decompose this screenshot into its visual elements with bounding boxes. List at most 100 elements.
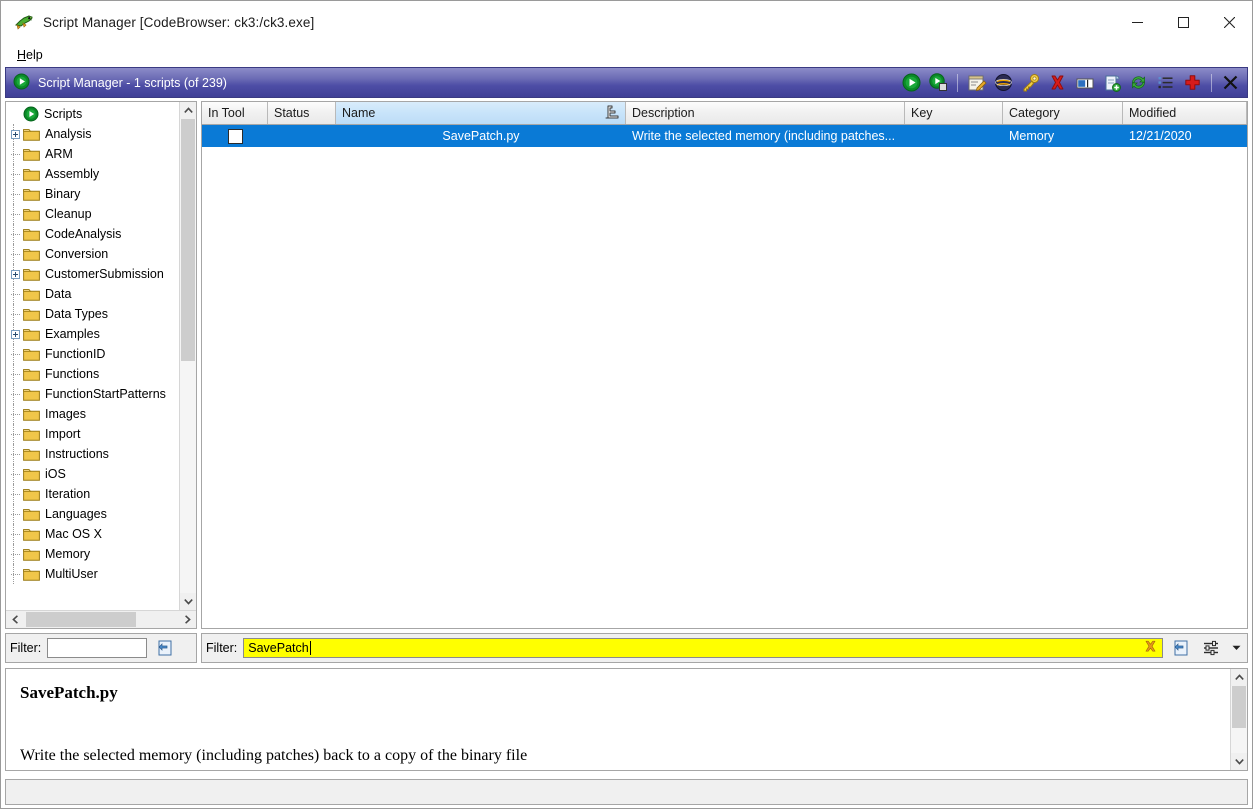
tree-item-codeanalysis[interactable]: CodeAnalysis [6, 224, 179, 244]
script-description-title: SavePatch.py [20, 683, 118, 702]
script-description-text: Write the selected memory (including pat… [20, 747, 528, 764]
description-scroll-thumb[interactable] [1232, 686, 1246, 728]
cell-in-tool[interactable] [202, 125, 268, 147]
script-directories-button[interactable] [1153, 70, 1178, 95]
description-scroll-track[interactable] [1231, 686, 1247, 753]
expand-plus-icon[interactable] [11, 269, 20, 279]
tree-item-binary[interactable]: Binary [6, 184, 179, 204]
script-table-body[interactable]: SavePatch.py Write the selected memory (i… [202, 125, 1247, 628]
tree-item-functionid[interactable]: FunctionID [6, 344, 179, 364]
menu-item-help[interactable]: Help [12, 46, 48, 64]
tree-scroll-track[interactable] [180, 119, 196, 593]
tree-item-data-types[interactable]: Data Types [6, 304, 179, 324]
chevron-down-icon[interactable] [1229, 645, 1243, 651]
menu-bar: Help [1, 43, 1252, 67]
column-header-name[interactable]: Name [336, 102, 626, 124]
tree-item-data[interactable]: Data [6, 284, 179, 304]
scroll-up-icon[interactable] [180, 102, 196, 119]
tree-item-ios[interactable]: iOS [6, 464, 179, 484]
close-button[interactable] [1206, 1, 1252, 43]
script-table-header[interactable]: In Tool Status Name Description Key Category M… [202, 102, 1247, 125]
filter-options-icon[interactable] [1199, 636, 1223, 660]
tree-item-examples[interactable]: Examples [6, 324, 179, 344]
tree-item-customersubmission[interactable]: CustomerSubmission [6, 264, 179, 284]
expand-plus-icon[interactable] [11, 129, 20, 139]
assign-key-binding-button[interactable] [1018, 70, 1043, 95]
tree-hscroll-track[interactable] [24, 611, 178, 628]
tree-guide-line [13, 284, 14, 304]
tree-expand-toggle[interactable] [8, 264, 23, 284]
scroll-down-icon[interactable] [1231, 753, 1247, 770]
clear-filter-x-icon[interactable] [1143, 639, 1158, 657]
tree-item-assembly[interactable]: Assembly [6, 164, 179, 184]
close-provider-button[interactable] [1218, 70, 1243, 95]
tree-item-multiuser[interactable]: MultiUser [6, 564, 179, 584]
tree-item-functionstartpatterns[interactable]: FunctionStartPatterns [6, 384, 179, 404]
description-vertical-scrollbar[interactable] [1230, 669, 1247, 770]
minimize-button[interactable] [1114, 1, 1160, 43]
table-row[interactable]: SavePatch.py Write the selected memory (i… [202, 125, 1247, 147]
tree-filter-toggle-icon[interactable] [153, 636, 177, 660]
folder-icon [23, 427, 40, 441]
table-filter-input[interactable]: SavePatch [243, 638, 1163, 658]
column-header-label: Name [342, 106, 376, 120]
rename-script-button[interactable] [1072, 70, 1097, 95]
tree-item-label: Examples [45, 327, 100, 341]
tree-item-analysis[interactable]: Analysis [6, 124, 179, 144]
tree-item-label: FunctionStartPatterns [45, 387, 166, 401]
tree-guide-line [13, 404, 14, 424]
scroll-left-icon[interactable] [6, 611, 24, 628]
table-filter-toggle-icon[interactable] [1169, 636, 1193, 660]
cell-key [905, 125, 1003, 147]
edit-in-eclipse-button[interactable] [991, 70, 1016, 95]
tree-item-languages[interactable]: Languages [6, 504, 179, 524]
column-header-status[interactable]: Status [268, 102, 336, 124]
tree-expand-toggle[interactable] [8, 324, 23, 344]
tree-leaf-handle [8, 244, 23, 264]
column-header-category[interactable]: Category [1003, 102, 1123, 124]
tree-item-images[interactable]: Images [6, 404, 179, 424]
folder-icon [23, 167, 40, 181]
tree-root-scripts[interactable]: Scripts [6, 104, 179, 124]
tree-item-arm[interactable]: ARM [6, 144, 179, 164]
folder-icon [23, 367, 40, 381]
scroll-down-icon[interactable] [180, 593, 196, 610]
tree-item-conversion[interactable]: Conversion [6, 244, 179, 264]
tree-guide-line [13, 244, 14, 264]
delete-script-button[interactable] [1045, 70, 1070, 95]
new-script-button[interactable] [1099, 70, 1124, 95]
maximize-button[interactable] [1160, 1, 1206, 43]
tree-item-functions[interactable]: Functions [6, 364, 179, 384]
column-header-description[interactable]: Description [626, 102, 905, 124]
tree-vertical-scrollbar[interactable] [179, 102, 196, 610]
tree-scroll-thumb[interactable] [181, 119, 195, 361]
tree-item-iteration[interactable]: Iteration [6, 484, 179, 504]
edit-script-button[interactable] [964, 70, 989, 95]
tree-guide-line [13, 224, 14, 244]
tree-item-label: Assembly [45, 167, 100, 181]
tree-horizontal-scrollbar[interactable] [6, 610, 196, 628]
column-header-key[interactable]: Key [905, 102, 1003, 124]
tree-item-mac-os-x[interactable]: Mac OS X [6, 524, 179, 544]
tree-item-label: Languages [45, 507, 107, 521]
cell-modified-text: 12/21/2020 [1129, 129, 1192, 143]
run-script-button[interactable] [899, 70, 924, 95]
expand-plus-icon[interactable] [11, 329, 20, 339]
tree-hscroll-thumb[interactable] [26, 612, 136, 627]
tree-expand-toggle[interactable] [8, 124, 23, 144]
tree-item-instructions[interactable]: Instructions [6, 444, 179, 464]
refresh-button[interactable] [1126, 70, 1151, 95]
column-header-modified[interactable]: Modified [1123, 102, 1247, 124]
script-category-tree[interactable]: Scripts Analysis ARM Assembly Binary Cleanup C… [6, 102, 179, 610]
tree-filter-input[interactable] [47, 638, 148, 658]
tree-item-label: Functions [45, 367, 100, 381]
in-tool-checkbox[interactable] [227, 128, 243, 144]
scroll-right-icon[interactable] [178, 611, 196, 628]
column-header-in-tool[interactable]: In Tool [202, 102, 268, 124]
scroll-up-icon[interactable] [1231, 669, 1247, 686]
tree-item-cleanup[interactable]: Cleanup [6, 204, 179, 224]
run-last-script-button[interactable] [926, 70, 951, 95]
help-button[interactable] [1180, 70, 1205, 95]
tree-item-memory[interactable]: Memory [6, 544, 179, 564]
tree-item-import[interactable]: Import [6, 424, 179, 444]
